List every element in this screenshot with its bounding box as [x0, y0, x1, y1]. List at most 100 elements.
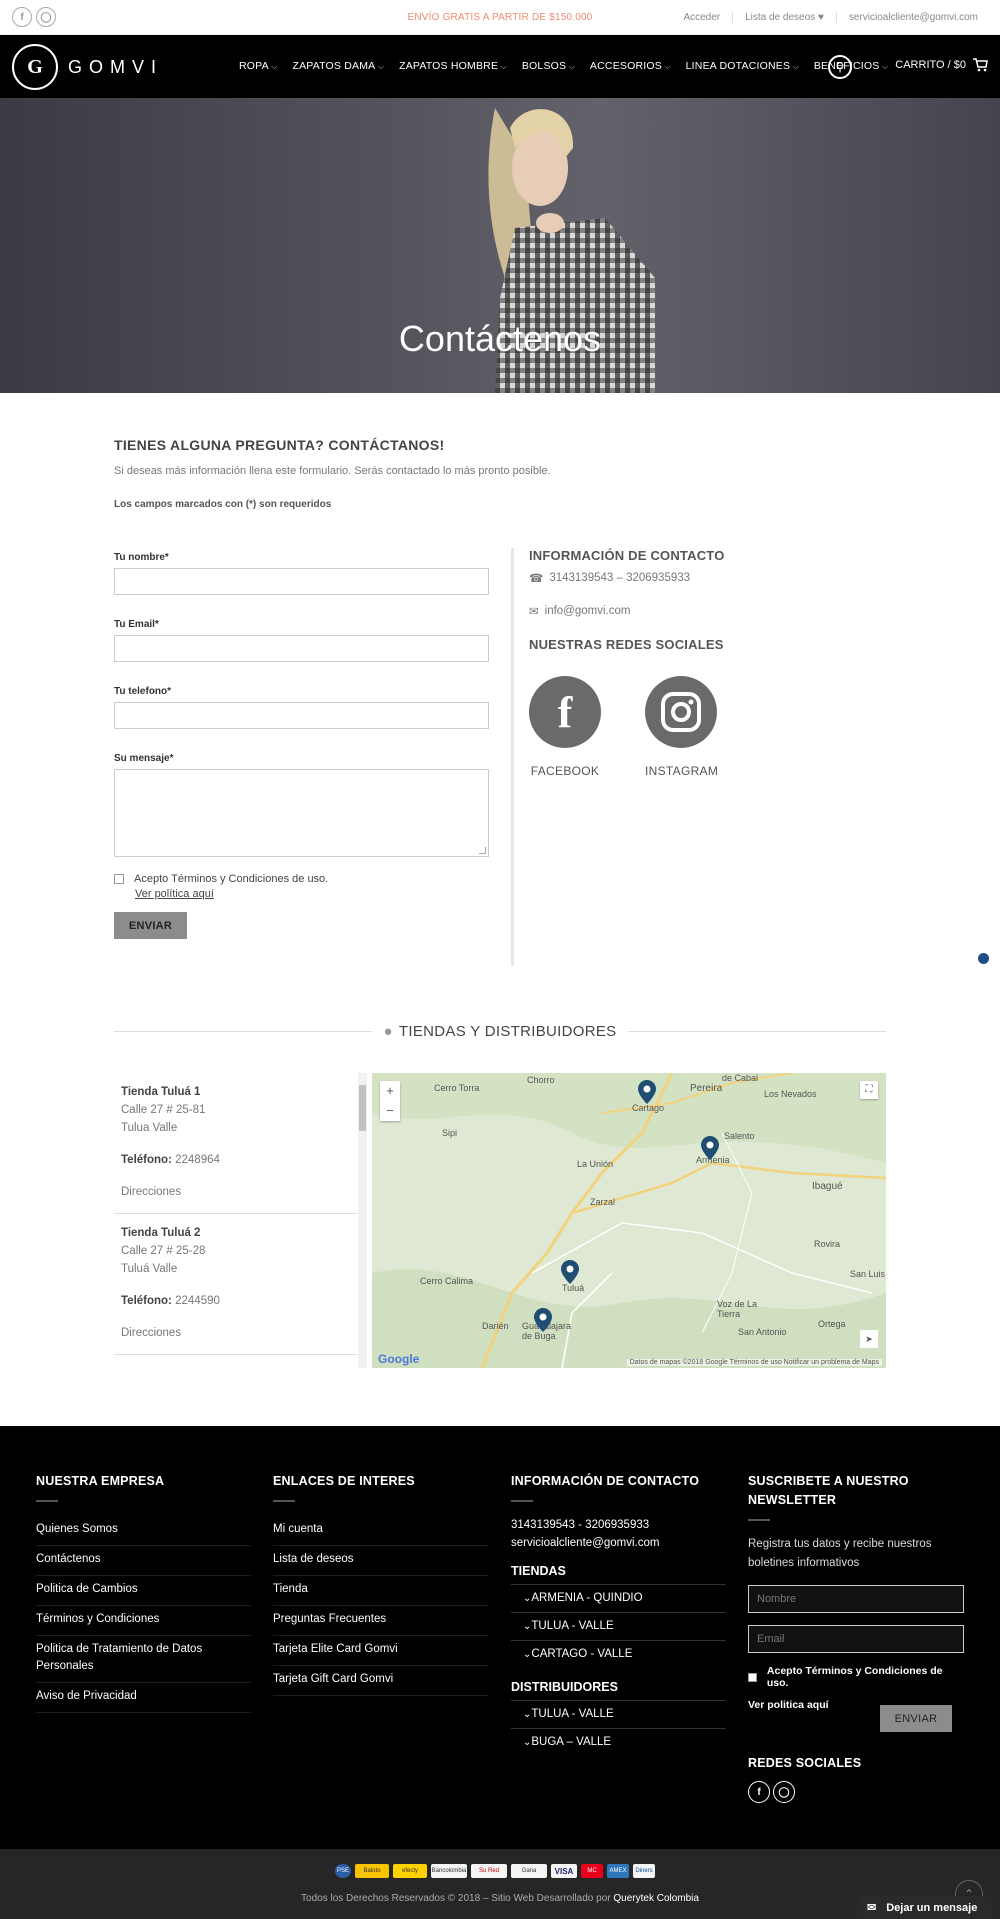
contact-info: INFORMACIÓN DE CONTACTO ☎ 3143139543 – 3… — [529, 548, 829, 778]
zoom-in-button[interactable]: + — [380, 1081, 400, 1101]
zoom-out-button[interactable]: − — [380, 1101, 400, 1121]
envelope-icon: ✉ — [529, 606, 539, 618]
instagram-icon[interactable]: ◯ — [773, 1781, 795, 1803]
map-pin-icon[interactable] — [638, 1080, 656, 1104]
baloto-logo: Baloto — [355, 1864, 389, 1878]
footer-email[interactable]: servicioalcliente@gomvi.com — [511, 1534, 726, 1552]
column-divider — [511, 548, 514, 966]
instagram-icon — [645, 676, 717, 748]
facebook-link[interactable]: f FACEBOOK — [529, 676, 601, 778]
footer-col-contact: INFORMACIÓN DE CONTACTO 3143139543 - 320… — [511, 1472, 726, 1756]
nav-item-bolsos[interactable]: BOLSOS — [522, 60, 575, 72]
newsletter-terms-checkbox[interactable] — [748, 1672, 757, 1682]
footer-link[interactable]: Politica de Tratamiento de Datos Persona… — [36, 1636, 251, 1683]
map-credit: Datos de mapas ©2018 Google Términos de … — [626, 1359, 882, 1366]
store-list-scrollbar[interactable] — [358, 1073, 367, 1368]
newsletter-terms-row: Acepto Términos y Condiciones de uso. — [748, 1665, 964, 1689]
email-link[interactable]: servicioalcliente@gomvi.com — [835, 12, 990, 23]
contact-phone: ☎ 3143139543 – 3206935933 — [529, 571, 829, 585]
map-label: de Cabal — [722, 1073, 759, 1083]
cart-icon — [973, 58, 988, 72]
stores-title-text: TIENDAS Y DISTRIBUIDORES — [398, 1023, 617, 1040]
footer-link[interactable]: Mi cuenta — [273, 1516, 488, 1546]
map-label: La Unión — [577, 1159, 614, 1169]
contact-form: Tu nombre* Tu Email* Tu telefono* Su men… — [114, 552, 489, 939]
store-name: Tienda Tuluá 1 — [121, 1086, 201, 1098]
footer-link[interactable]: Preguntas Frecuentes — [273, 1606, 488, 1636]
map-label: Zarzal — [590, 1197, 616, 1207]
policy-link[interactable]: Ver política aquí — [135, 888, 489, 900]
cart-link[interactable]: CARRITO / $0 — [895, 58, 988, 72]
footer-col-links: ENLACES DE INTERES Mi cuenta Lista de de… — [273, 1472, 488, 1696]
logo[interactable]: G GOMVI — [12, 44, 163, 90]
send-button[interactable]: ENVIAR — [114, 912, 187, 939]
store-map[interactable]: + − ⛶ Cerro Torra Chorro Cartago Pereira … — [372, 1073, 886, 1368]
scrollbar-thumb[interactable] — [359, 1085, 366, 1131]
footer-store-toggle[interactable]: ARMENIA - QUINDIO — [511, 1584, 726, 1612]
footer-link[interactable]: Tienda — [273, 1576, 488, 1606]
nav-item-ropa[interactable]: ROPA — [239, 60, 277, 72]
footer-col-title: SUSCRIBETE A NUESTRO NEWSLETTER — [748, 1474, 909, 1507]
footer-link[interactable]: Politica de Cambios — [36, 1576, 251, 1606]
newsletter-send-button[interactable]: ENVIAR — [880, 1705, 952, 1732]
login-link[interactable]: Acceder — [671, 12, 732, 23]
newsletter-email-input[interactable]: Email — [748, 1625, 964, 1653]
footer-store-toggle[interactable]: TULUA - VALLE — [511, 1612, 726, 1640]
nav-item-zapatos-hombre[interactable]: ZAPATOS HOMBRE — [399, 60, 507, 72]
locate-me-icon[interactable]: ➤ — [860, 1330, 878, 1348]
envelope-icon: ✉ — [867, 1902, 877, 1914]
map-zoom-controls[interactable]: + − — [380, 1081, 400, 1121]
store-item[interactable]: Tienda Tuluá 2 Calle 27 # 25-28 Tuluá Va… — [114, 1214, 358, 1355]
footer-phone: 3143139543 - 3206935933 — [511, 1519, 650, 1531]
search-icon[interactable]: ⚲ — [828, 55, 852, 79]
footer-stores-title: TIENDAS — [511, 1564, 566, 1578]
chat-widget[interactable]: ✉ Dejar un mensaje — [857, 1896, 992, 1919]
name-field[interactable] — [114, 568, 489, 595]
footer-link[interactable]: Contáctenos — [36, 1546, 251, 1576]
bottom-bar: PSE Baloto efecty Bancolombia Su Red Gan… — [0, 1849, 1000, 1919]
footer-link[interactable]: Tarjeta Gift Card Gomvi — [273, 1666, 488, 1696]
newsletter-name-input[interactable]: Nombre — [748, 1585, 964, 1613]
floating-dot[interactable] — [978, 953, 989, 964]
footer-distributor-toggle[interactable]: BUGA – VALLE — [511, 1728, 726, 1756]
footer-link[interactable]: Lista de deseos — [273, 1546, 488, 1576]
footer-distributor-toggle[interactable]: TULUA - VALLE — [511, 1700, 726, 1728]
newsletter-terms-label: Acepto Términos y Condiciones de uso. — [766, 1665, 943, 1689]
social-heading: NUESTRAS REDES SOCIALES — [529, 637, 724, 652]
instagram-link[interactable]: INSTAGRAM — [645, 676, 718, 778]
map-pin-icon[interactable] — [534, 1308, 552, 1332]
message-field[interactable] — [114, 769, 489, 857]
map-label: Cerro Torra — [434, 1083, 480, 1093]
footer-link[interactable]: Quienes Somos — [36, 1516, 251, 1546]
phone-label: Tu telefono* — [114, 686, 172, 697]
stores-title: ● TIENDAS Y DISTRIBUIDORES — [384, 1023, 617, 1040]
nav-item-linea-dotaciones[interactable]: LINEA DOTACIONES — [686, 60, 799, 72]
developer-link[interactable]: Querytek Colombia — [613, 1893, 699, 1904]
footer-store-toggle[interactable]: CARTAGO - VALLE — [511, 1640, 726, 1668]
footer-link[interactable]: Tarjeta Elite Card Gomvi — [273, 1636, 488, 1666]
nav-item-zapatos-dama[interactable]: ZAPATOS DAMA — [292, 60, 384, 72]
divider — [273, 1500, 295, 1502]
phone-field[interactable] — [114, 702, 489, 729]
contact-email-text[interactable]: info@gomvi.com — [545, 605, 631, 617]
map-label: Darién — [482, 1321, 509, 1331]
store-city: Tulua Valle — [121, 1122, 178, 1134]
map-pin-icon[interactable] — [701, 1136, 719, 1160]
wishlist-link[interactable]: Lista de deseos ♥ — [732, 12, 836, 23]
store-directions-link[interactable]: Direcciones — [121, 1324, 351, 1342]
map-pin-icon[interactable] — [561, 1260, 579, 1284]
facebook-icon[interactable]: f — [748, 1781, 770, 1803]
location-pin-icon: ● — [383, 1023, 393, 1040]
fullscreen-icon[interactable]: ⛶ — [860, 1081, 878, 1099]
nav-item-accesorios[interactable]: ACCESORIOS — [590, 60, 671, 72]
store-item[interactable]: Tienda Tuluá 1 Calle 27 # 25-81 Tulua Va… — [114, 1073, 358, 1214]
footer: NUESTRA EMPRESA Quienes Somos Contácteno… — [0, 1426, 1000, 1849]
email-field[interactable] — [114, 635, 489, 662]
map-label: Sipi — [442, 1128, 458, 1138]
map-label: Rovira — [814, 1239, 841, 1249]
store-directions-link[interactable]: Direcciones — [121, 1183, 351, 1201]
footer-link[interactable]: Términos y Condiciones — [36, 1606, 251, 1636]
footer-link[interactable]: Aviso de Privacidad — [36, 1683, 251, 1713]
terms-checkbox[interactable] — [114, 874, 124, 884]
message-label: Su mensaje* — [114, 753, 174, 764]
